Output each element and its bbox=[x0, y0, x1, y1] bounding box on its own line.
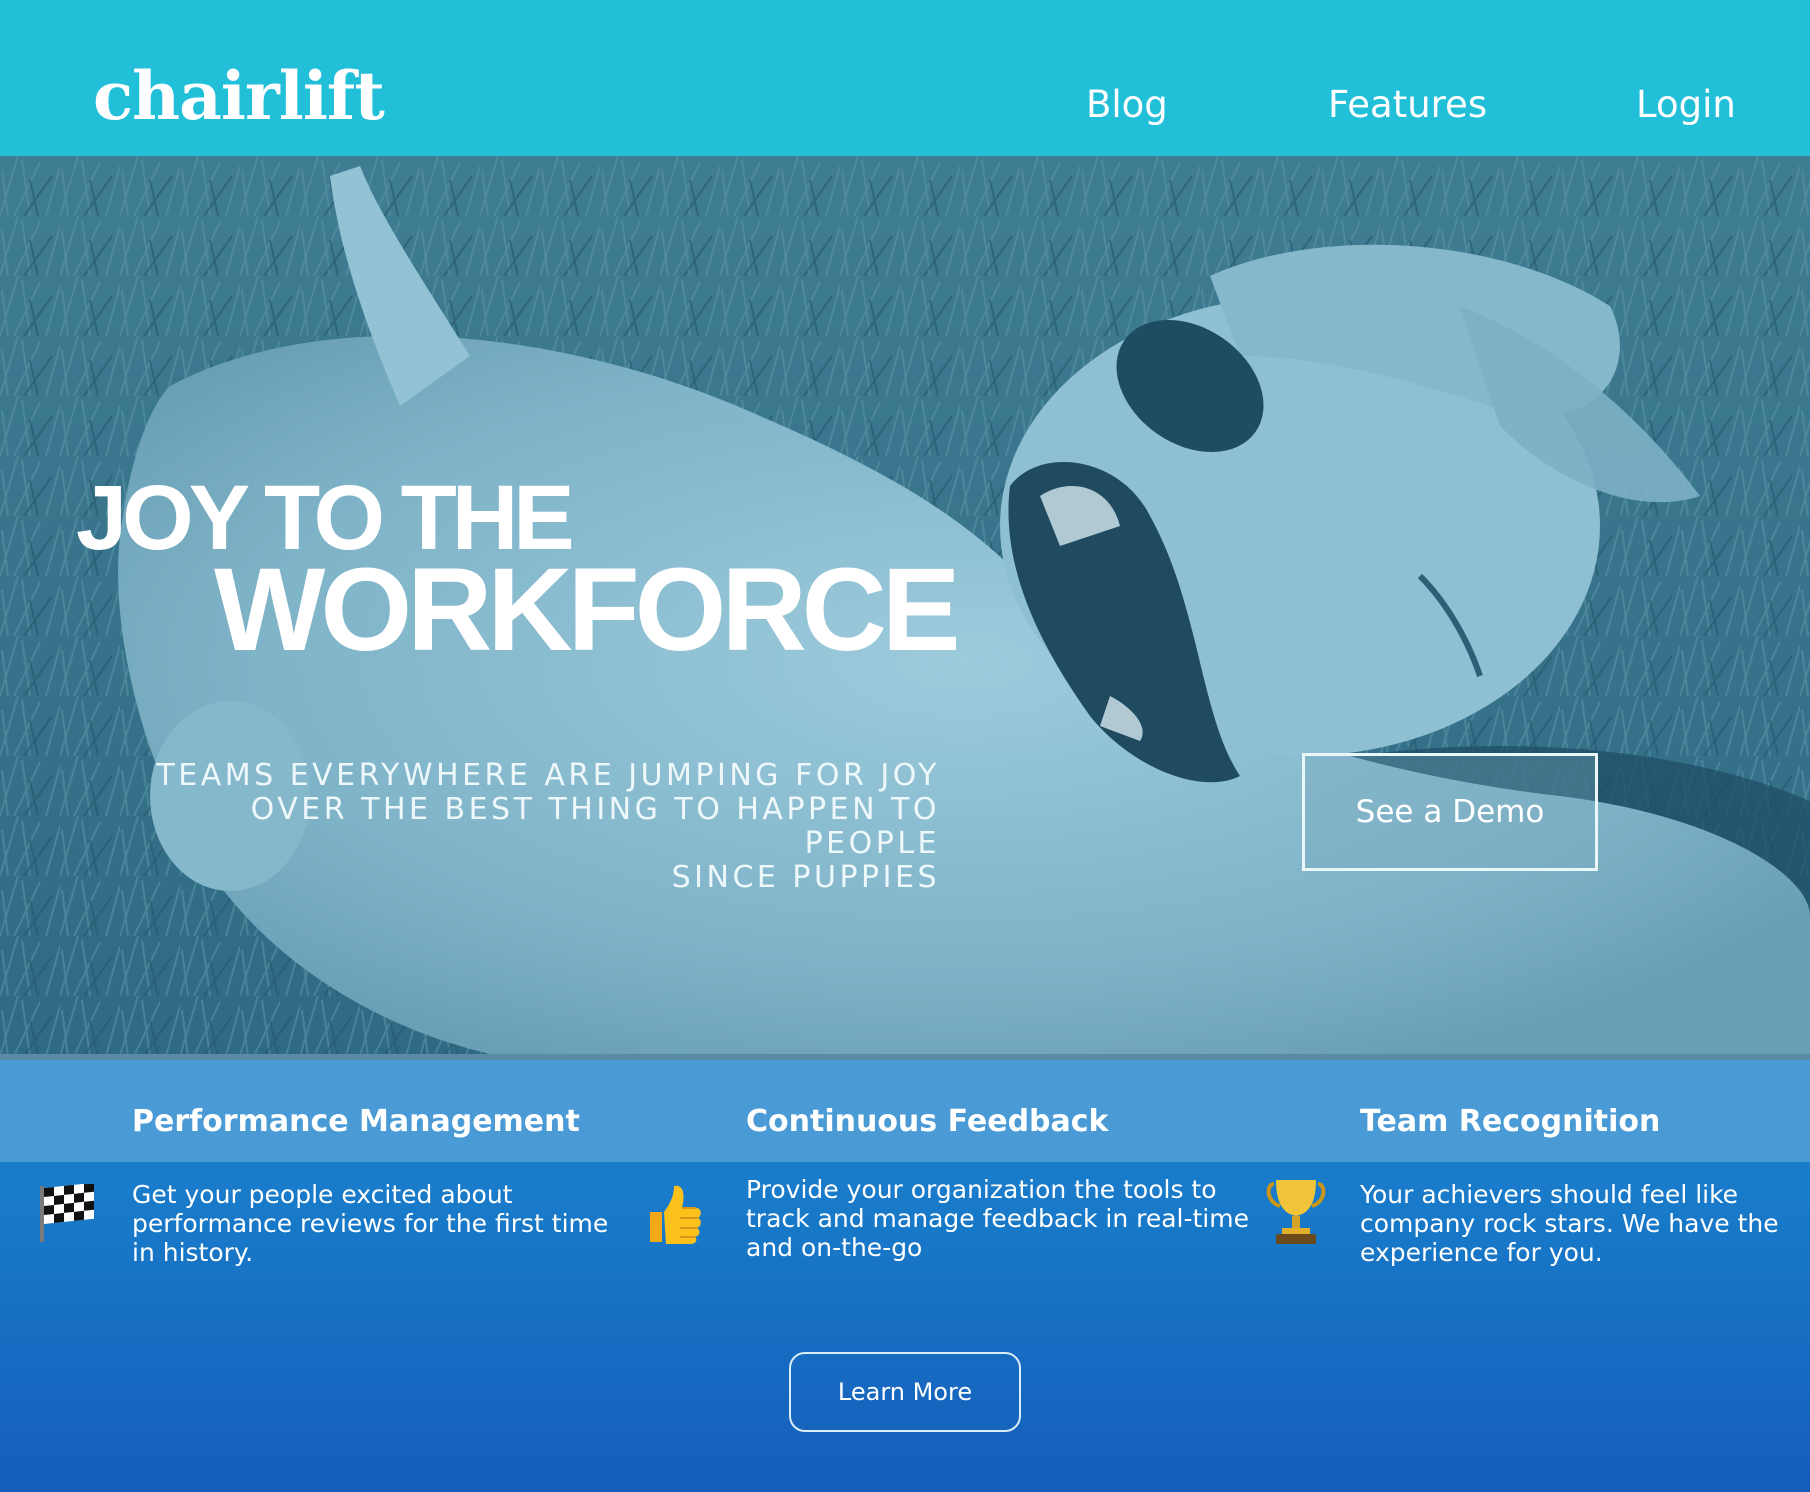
checkered-flag-icon bbox=[40, 1184, 94, 1242]
nav-link-features[interactable]: Features bbox=[1328, 80, 1487, 130]
learn-more-button[interactable]: Learn More bbox=[789, 1352, 1021, 1432]
feature-desc-line: Provide your organization the tools to bbox=[746, 1175, 1217, 1204]
feature-desc-line: and on-the-go bbox=[746, 1233, 923, 1262]
feature-desc-line: company rock stars. We have the bbox=[1360, 1209, 1779, 1238]
nav-link-blog[interactable]: Blog bbox=[1086, 80, 1168, 130]
feature-desc-recognition: Your achievers should feel like company … bbox=[1360, 1180, 1779, 1267]
feature-title-performance: Performance Management bbox=[132, 1104, 580, 1139]
hero-title-line-2: WORKFORCE bbox=[214, 544, 961, 676]
feature-desc-line: track and manage feedback in real-time bbox=[746, 1204, 1249, 1233]
see-demo-button[interactable]: See a Demo bbox=[1302, 753, 1598, 871]
trophy-icon bbox=[1266, 1180, 1326, 1244]
hero-subtitle-line: SINCE PUPPIES bbox=[671, 860, 940, 895]
site-header: chairlift Blog Features Login bbox=[0, 0, 1810, 156]
feature-desc-line: Get your people excited about bbox=[132, 1180, 513, 1209]
hero-section: JOY TO THE WORKFORCE TEAMS EVERYWHERE AR… bbox=[0, 156, 1810, 1060]
feature-title-recognition: Team Recognition bbox=[1360, 1104, 1661, 1139]
logo[interactable]: chairlift bbox=[93, 56, 385, 136]
features-section: Performance Management Get your people e… bbox=[0, 1060, 1810, 1492]
feature-desc-line: experience for you. bbox=[1360, 1238, 1603, 1267]
hero-subtitle-line: OVER THE BEST THING TO HAPPEN TO PEOPLE bbox=[250, 792, 940, 861]
feature-desc-feedback: Provide your organization the tools to t… bbox=[746, 1175, 1249, 1262]
nav-link-login[interactable]: Login bbox=[1636, 80, 1736, 130]
hero-title: JOY TO THE WORKFORCE bbox=[76, 472, 961, 676]
feature-desc-line: in history. bbox=[132, 1238, 254, 1267]
feature-desc-performance: Get your people excited about performanc… bbox=[132, 1180, 608, 1267]
hero-subtitle-line: TEAMS EVERYWHERE ARE JUMPING FOR JOY bbox=[156, 758, 940, 793]
feature-desc-line: Your achievers should feel like bbox=[1360, 1180, 1739, 1209]
feature-desc-line: performance reviews for the first time bbox=[132, 1209, 609, 1238]
thumbs-up-icon bbox=[650, 1185, 701, 1244]
feature-title-feedback: Continuous Feedback bbox=[746, 1104, 1109, 1139]
hero-subtitle: TEAMS EVERYWHERE ARE JUMPING FOR JOY OVE… bbox=[120, 759, 940, 895]
